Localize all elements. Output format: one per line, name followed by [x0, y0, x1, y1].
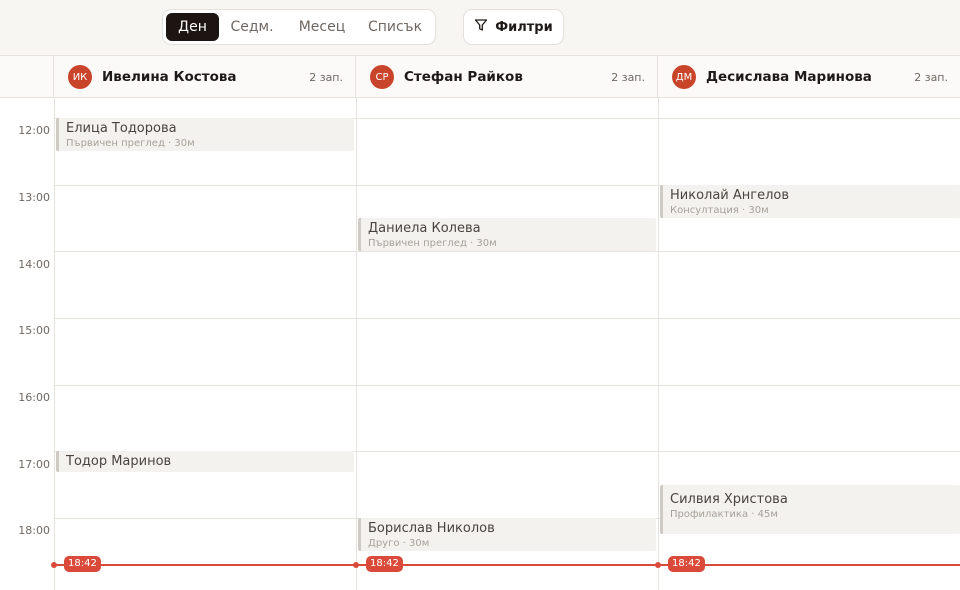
- time-column-header: [0, 56, 54, 98]
- staff-header-row: ИК Ивелина Костова 2 зап. СР Стефан Райк…: [0, 56, 960, 98]
- view-switcher: Ден Седм. Месец Списък: [162, 9, 436, 45]
- hour-gridline: [54, 251, 960, 252]
- appointment-details: Първичен преглед · 30м: [66, 138, 195, 149]
- staff-name: Десислава Маринова: [706, 69, 872, 85]
- filter-icon: [474, 18, 488, 36]
- appointment-client: Даниела Колева: [368, 221, 481, 236]
- tab-list[interactable]: Списък: [359, 13, 431, 41]
- appointment-client: Силвия Христова: [670, 492, 788, 507]
- current-time-badge: 18:42: [64, 556, 101, 572]
- appointment-count: 2 зап.: [611, 70, 645, 84]
- day-grid[interactable]: 12:00 13:00 14:00 15:00 16:00 17:00 18:0…: [0, 98, 960, 590]
- appointment-details: Друго · 30м: [368, 538, 430, 549]
- toolbar: Ден Седм. Месец Списък Филтри: [0, 0, 960, 56]
- current-time-dot: [353, 562, 359, 568]
- appointment-card[interactable]: Силвия Христова Профилактика · 45м: [660, 485, 960, 534]
- tab-day[interactable]: Ден: [166, 13, 219, 41]
- filters-label: Филтри: [495, 19, 553, 35]
- staff-name: Стефан Райков: [404, 69, 523, 85]
- appointment-card[interactable]: Борислав Николов Друго · 30м: [358, 518, 656, 551]
- filters-button[interactable]: Филтри: [463, 9, 564, 45]
- time-label: 13:00: [18, 191, 50, 204]
- time-label: 15:00: [18, 324, 50, 337]
- appointment-client: Елица Тодорова: [66, 121, 177, 136]
- staff-column-header[interactable]: ДМ Десислава Маринова 2 зап.: [658, 56, 960, 98]
- appointment-card[interactable]: Даниела Колева Първичен преглед · 30м: [358, 218, 656, 251]
- column-divider: [356, 98, 357, 590]
- appointment-card[interactable]: Елица Тодорова Първичен преглед · 30м: [56, 118, 354, 151]
- appointment-client: Борислав Николов: [368, 521, 495, 536]
- hour-gridline: [54, 318, 960, 319]
- appointment-details: Първичен преглед · 30м: [368, 238, 497, 249]
- avatar: ДМ: [672, 65, 696, 89]
- current-time-badge: 18:42: [366, 556, 403, 572]
- time-label: 12:00: [18, 124, 50, 137]
- time-label: 18:00: [18, 524, 50, 537]
- time-label: 16:00: [18, 391, 50, 404]
- appointment-card[interactable]: Николай Ангелов Консултация · 30м: [660, 185, 960, 218]
- current-time-badge: 18:42: [668, 556, 705, 572]
- avatar: СР: [370, 65, 394, 89]
- appointment-count: 2 зап.: [309, 70, 343, 84]
- column-divider: [658, 98, 659, 590]
- appointment-details: Консултация · 30м: [670, 205, 769, 216]
- time-label: 17:00: [18, 458, 50, 471]
- appointment-client: Николай Ангелов: [670, 188, 790, 203]
- current-time-dot: [655, 562, 661, 568]
- time-label: 14:00: [18, 258, 50, 271]
- staff-column-header[interactable]: ИК Ивелина Костова 2 зап.: [54, 56, 356, 98]
- staff-name: Ивелина Костова: [102, 69, 237, 85]
- staff-column-header[interactable]: СР Стефан Райков 2 зап.: [356, 56, 658, 98]
- current-time-line: [54, 564, 960, 566]
- appointment-details: Профилактика · 45м: [670, 509, 778, 520]
- tab-week[interactable]: Седм.: [219, 13, 285, 41]
- hour-gridline: [54, 385, 960, 386]
- appointment-card[interactable]: Тодор Маринов: [56, 451, 354, 472]
- appointment-count: 2 зап.: [914, 70, 948, 84]
- appointment-client: Тодор Маринов: [66, 454, 172, 469]
- current-time-dot: [51, 562, 57, 568]
- avatar: ИК: [68, 65, 92, 89]
- column-divider: [54, 98, 55, 590]
- tab-month[interactable]: Месец: [285, 13, 359, 41]
